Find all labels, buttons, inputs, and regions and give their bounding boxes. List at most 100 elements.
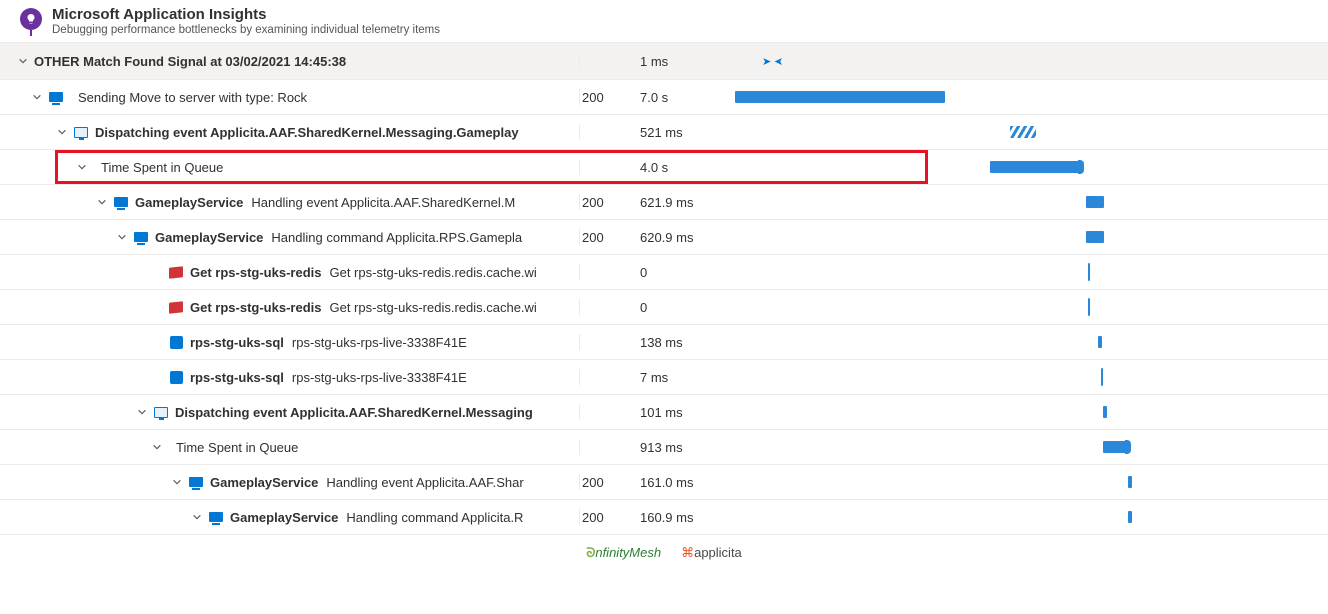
telemetry-row[interactable]: GameplayService Handling command Applicit… bbox=[0, 220, 1328, 255]
chevron-down-icon[interactable] bbox=[30, 90, 44, 104]
header-text: Microsoft Application Insights Debugging… bbox=[52, 6, 440, 36]
brand-infinitymesh: ᘐnfinityMesh bbox=[586, 545, 661, 561]
summary-duration: 1 ms bbox=[620, 54, 730, 69]
chevron-down-icon[interactable] bbox=[190, 510, 204, 524]
duration-bar bbox=[1086, 231, 1104, 243]
row-duration: 138 ms bbox=[620, 335, 730, 350]
telemetry-row[interactable]: Dispatching event Applicita.AAF.SharedKe… bbox=[0, 115, 1328, 150]
row-description: Handling event Applicita.AAF.SharedKerne… bbox=[251, 195, 515, 210]
collapse-icon[interactable]: ➤➤ bbox=[762, 55, 783, 68]
telemetry-row[interactable]: GameplayServiceHandling event Applicita.… bbox=[0, 185, 1328, 220]
server-icon bbox=[188, 474, 204, 490]
row-label-cell: rps-stg-uks-sql rps-stg-uks-rps-live-3338… bbox=[0, 334, 580, 350]
duration-bar bbox=[1088, 263, 1090, 281]
row-duration: 160.9 ms bbox=[620, 510, 730, 525]
monitor-icon bbox=[73, 124, 89, 140]
telemetry-row[interactable]: rps-stg-uks-sql rps-stg-uks-rps-live-3338… bbox=[0, 325, 1328, 360]
row-description: Sending Move to server with type: Rock bbox=[78, 90, 307, 105]
server-icon bbox=[208, 509, 224, 525]
row-description: Handling event Applicita.AAF.Shar bbox=[326, 475, 523, 490]
duration-bar bbox=[1086, 196, 1104, 208]
duration-bar bbox=[1010, 126, 1036, 138]
row-duration: 7 ms bbox=[620, 370, 730, 385]
page-title: Microsoft Application Insights bbox=[52, 6, 440, 23]
row-duration: 521 ms bbox=[620, 125, 730, 140]
row-duration: 161.0 ms bbox=[620, 475, 730, 490]
telemetry-row[interactable]: Time Spent in Queue4.0 s bbox=[0, 150, 1328, 185]
summary-label-cell: OTHER Match Found Signal at 03/02/2021 1… bbox=[0, 54, 580, 69]
row-duration: 913 ms bbox=[620, 440, 730, 455]
row-duration: 101 ms bbox=[620, 405, 730, 420]
row-label-cell: Time Spent in Queue bbox=[0, 440, 580, 455]
chevron-down-icon[interactable] bbox=[170, 475, 184, 489]
chevron-down-icon[interactable] bbox=[75, 160, 89, 174]
row-chart bbox=[730, 325, 1328, 359]
telemetry-row[interactable]: GameplayServiceHandling command Applicit… bbox=[0, 500, 1328, 535]
footer: ᘐnfinityMesh ⌘applicita bbox=[0, 535, 1328, 565]
redis-icon bbox=[168, 299, 184, 315]
row-chart bbox=[730, 115, 1328, 149]
row-label-cell: Get rps-stg-uks-redisGet rps-stg-uks-red… bbox=[0, 299, 580, 315]
server-icon bbox=[48, 89, 64, 105]
row-chart bbox=[730, 500, 1328, 534]
row-title: GameplayService bbox=[155, 230, 263, 245]
row-status: 200 bbox=[580, 510, 620, 525]
duration-bar bbox=[735, 91, 945, 103]
row-title: Get rps-stg-uks-redis bbox=[190, 300, 321, 315]
telemetry-row[interactable]: Get rps-stg-uks-redisGet rps-stg-uks-red… bbox=[0, 290, 1328, 325]
row-chart bbox=[730, 290, 1328, 324]
row-description: Handling command Applicita.R bbox=[346, 510, 523, 525]
lightbulb-icon bbox=[20, 8, 42, 30]
row-duration: 621.9 ms bbox=[620, 195, 730, 210]
telemetry-row[interactable]: Time Spent in Queue 913 ms bbox=[0, 430, 1328, 465]
duration-bar bbox=[990, 161, 1082, 173]
row-duration: 0 bbox=[620, 300, 730, 315]
sql-icon bbox=[168, 369, 184, 385]
row-status: 200 bbox=[580, 90, 620, 105]
duration-bar bbox=[1088, 298, 1090, 316]
row-label-cell: GameplayService Handling command Applicit… bbox=[0, 229, 580, 245]
row-label-cell: Get rps-stg-uks-redis Get rps-stg-uks-red… bbox=[0, 264, 580, 280]
chevron-down-icon[interactable] bbox=[55, 125, 69, 139]
page-header: Microsoft Application Insights Debugging… bbox=[0, 0, 1328, 42]
row-description: Handling command Applicita.RPS.Gamepla bbox=[271, 230, 522, 245]
duration-bar bbox=[1103, 406, 1107, 418]
chevron-down-icon[interactable] bbox=[16, 54, 30, 68]
telemetry-row[interactable]: Dispatching event Applicita.AAF.SharedKe… bbox=[0, 395, 1328, 430]
row-chart bbox=[730, 360, 1328, 394]
duration-bar bbox=[1128, 511, 1132, 523]
row-duration: 7.0 s bbox=[620, 90, 730, 105]
row-title: GameplayService bbox=[210, 475, 318, 490]
row-chart bbox=[730, 255, 1328, 289]
row-label-cell: Dispatching event Applicita.AAF.SharedKe… bbox=[0, 404, 580, 420]
row-title: Dispatching event Applicita.AAF.SharedKe… bbox=[95, 125, 519, 140]
row-title: Get rps-stg-uks-redis bbox=[190, 265, 321, 280]
chevron-down-icon[interactable] bbox=[150, 440, 164, 454]
row-status: 200 bbox=[580, 230, 620, 245]
summary-chart: ➤➤ bbox=[730, 43, 1328, 79]
duration-bar bbox=[1098, 336, 1102, 348]
row-status: 200 bbox=[580, 475, 620, 490]
duration-bar bbox=[1128, 476, 1132, 488]
row-description: Get rps-stg-uks-redis.redis.cache.wi bbox=[329, 265, 536, 280]
summary-row[interactable]: OTHER Match Found Signal at 03/02/2021 1… bbox=[0, 42, 1328, 80]
row-chart bbox=[730, 150, 1328, 184]
row-label-cell: GameplayServiceHandling event Applicita.… bbox=[0, 194, 580, 210]
telemetry-row[interactable]: rps-stg-uks-sqlrps-stg-uks-rps-live-3338… bbox=[0, 360, 1328, 395]
row-duration: 0 bbox=[620, 265, 730, 280]
row-status: 200 bbox=[580, 195, 620, 210]
chevron-down-icon[interactable] bbox=[95, 195, 109, 209]
row-label-cell: rps-stg-uks-sqlrps-stg-uks-rps-live-3338… bbox=[0, 369, 580, 385]
row-description: rps-stg-uks-rps-live-3338F41E bbox=[292, 370, 467, 385]
telemetry-row[interactable]: GameplayService Handling event Applicita.… bbox=[0, 465, 1328, 500]
telemetry-row[interactable]: Get rps-stg-uks-redis Get rps-stg-uks-red… bbox=[0, 255, 1328, 290]
row-title: rps-stg-uks-sql bbox=[190, 335, 284, 350]
row-chart bbox=[730, 185, 1328, 219]
redis-icon bbox=[168, 264, 184, 280]
chevron-down-icon[interactable] bbox=[135, 405, 149, 419]
row-chart bbox=[730, 430, 1328, 464]
server-icon bbox=[113, 194, 129, 210]
telemetry-row[interactable]: Sending Move to server with type: Rock 20… bbox=[0, 80, 1328, 115]
row-description: rps-stg-uks-rps-live-3338F41E bbox=[292, 335, 467, 350]
chevron-down-icon[interactable] bbox=[115, 230, 129, 244]
